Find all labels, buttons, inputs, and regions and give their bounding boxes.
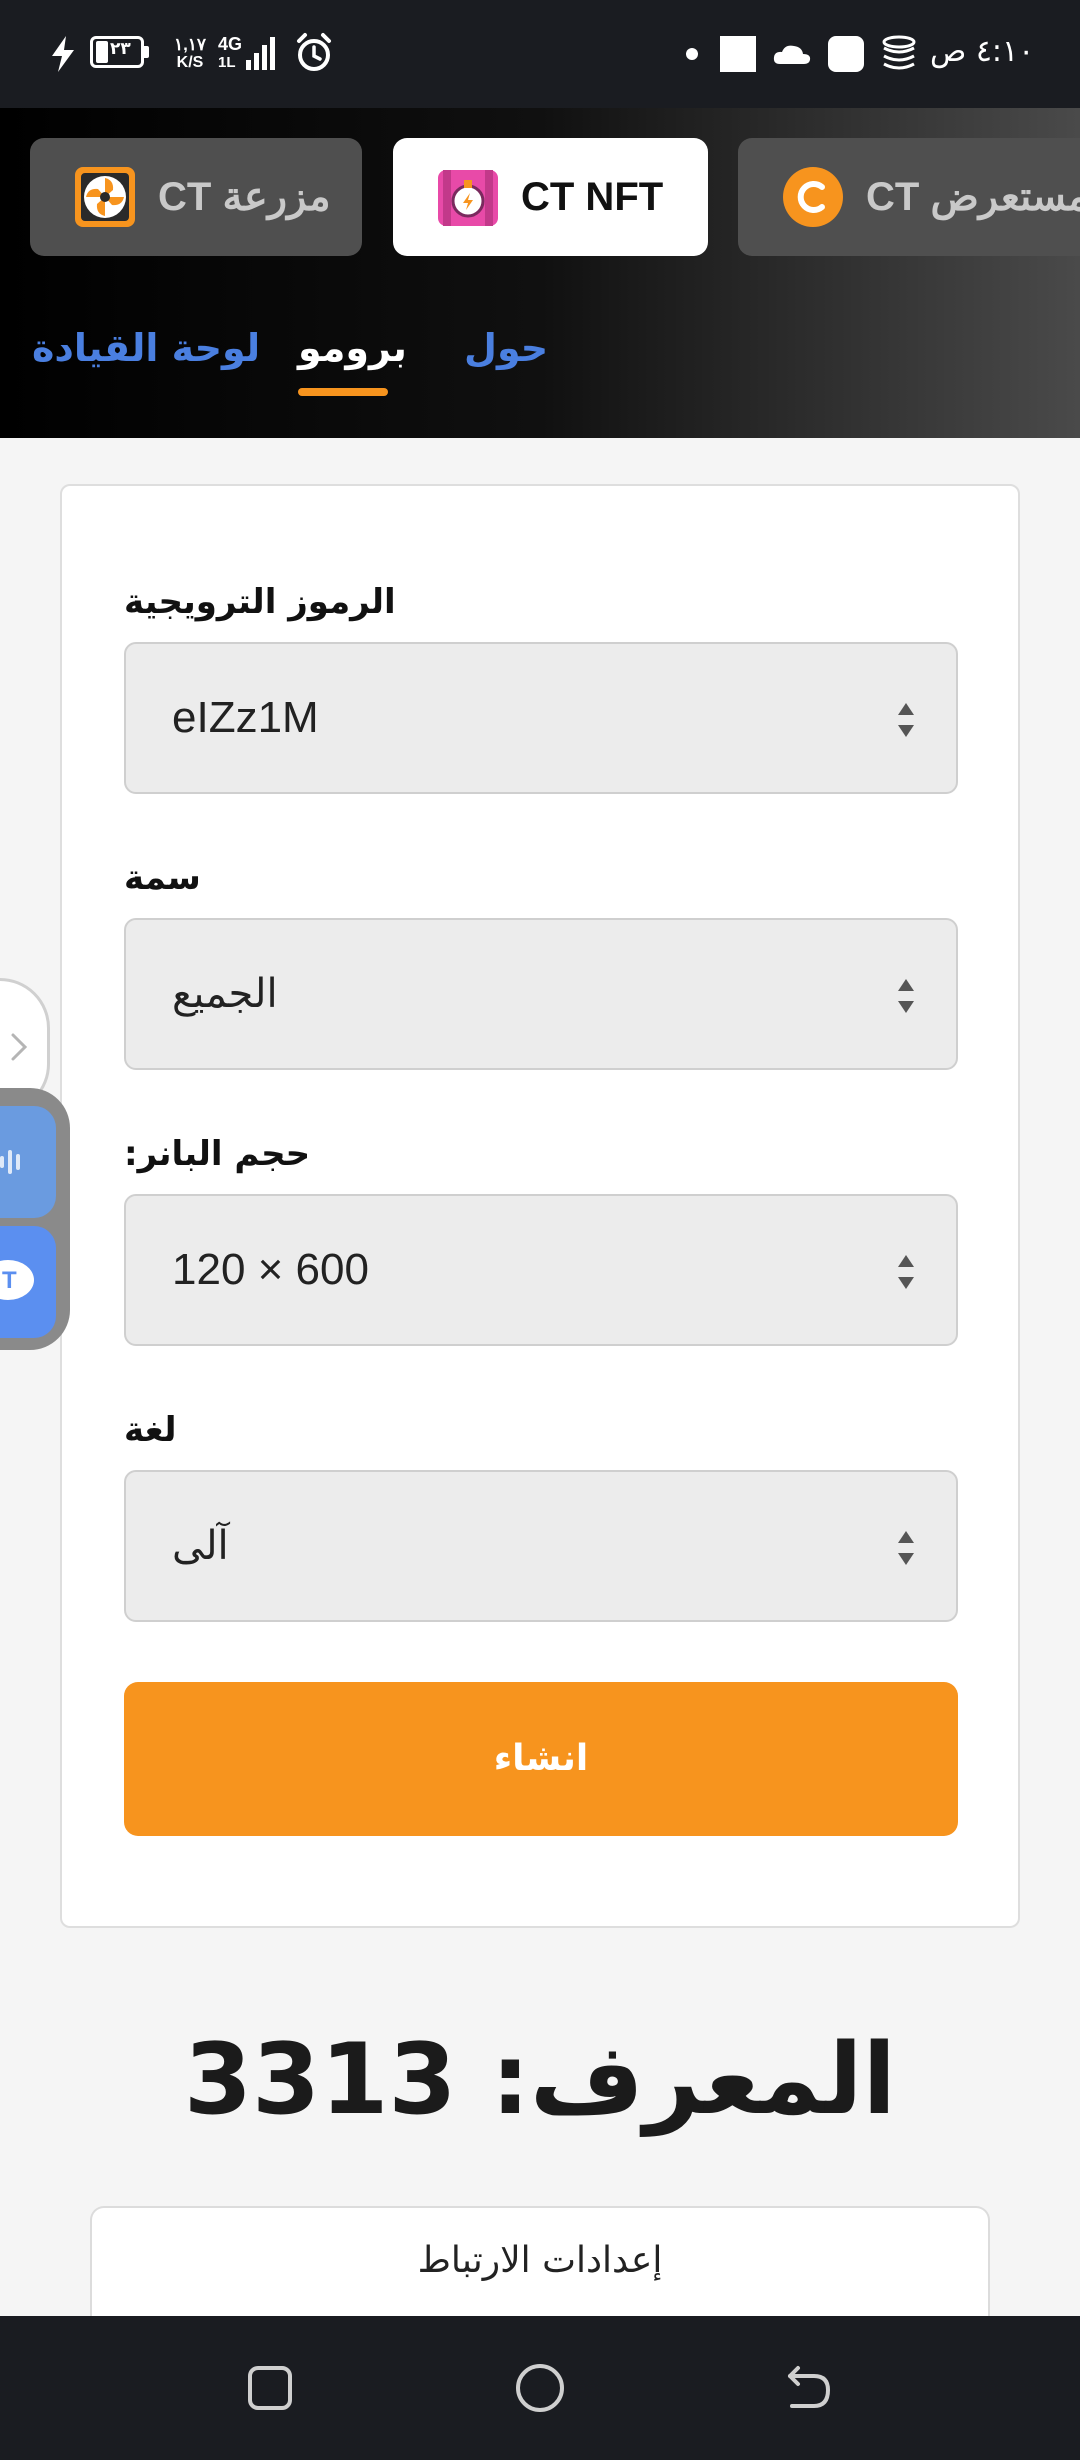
language-label: لغة [124, 1410, 177, 1450]
chevron-right-icon [11, 1033, 28, 1061]
ct-coin-icon [783, 167, 843, 227]
tab-label: CT مزرعة [158, 175, 331, 219]
promo-codes-label: الرموز الترويجية [124, 582, 396, 622]
app-notification-icon [828, 36, 864, 72]
speed-value: ١,١٧ [173, 35, 207, 54]
coins-icon [882, 35, 916, 70]
tab-ct-browser[interactable]: CT مستعرض [738, 138, 1080, 256]
signal-icon [246, 37, 275, 70]
tab-ct-nft[interactable]: CT NFT [393, 138, 708, 256]
svg-text:T: T [2, 1267, 17, 1294]
promo-form-card: الرموز الترويجية eIZz1M سمة الجميع حجم ا… [60, 484, 1020, 1928]
user-id-heading: المعرف: 3313 [183, 2023, 897, 2137]
generate-button[interactable]: انشاء [124, 1682, 958, 1836]
home-button[interactable] [508, 2356, 572, 2420]
charging-icon [52, 36, 74, 72]
tab-label: CT NFT [521, 174, 664, 219]
tab-ct-farm[interactable]: CT مزرعة [30, 138, 362, 256]
system-navigation-bar [0, 2316, 1080, 2460]
language-value: آلى [172, 1523, 229, 1569]
subnav-promo[interactable]: برومو [298, 318, 407, 378]
translate-icon[interactable]: T [0, 1226, 56, 1338]
select-arrows-icon [898, 1255, 914, 1289]
promo-codes-select[interactable]: eIZz1M [124, 642, 958, 794]
fan-icon [75, 167, 135, 227]
theme-value: الجميع [172, 971, 278, 1017]
select-arrows-icon [898, 703, 914, 737]
link-settings-label: إعدادات الارتباط [417, 2240, 663, 2281]
voice-assistant-icon[interactable] [0, 1106, 56, 1218]
battery-level: ٢٣ [110, 39, 131, 59]
network-speed: ١,١٧ K/S [170, 36, 210, 72]
tab-label: CT مستعرض [866, 175, 1080, 219]
cloud-icon [773, 45, 811, 64]
select-arrows-icon [898, 1531, 914, 1565]
select-arrows-icon [898, 979, 914, 1013]
notification-dot [686, 48, 698, 60]
theme-label: سمة [124, 858, 201, 898]
app-header: CT مزرعة CT NFT CT مستعرض لوحة القيادة ب… [0, 108, 1080, 438]
alarm-icon [297, 33, 331, 71]
translate-bubble-icon: T [0, 1260, 34, 1300]
active-tab-indicator [298, 388, 388, 396]
promo-codes-value: eIZz1M [172, 693, 319, 742]
banner-size-value: 120 × 600 [172, 1245, 369, 1294]
recent-apps-button[interactable] [238, 2356, 302, 2420]
floating-side-panel: T [0, 1088, 70, 1350]
banner-size-select[interactable]: 120 × 600 [124, 1194, 958, 1346]
battery-icon: ٢٣ [90, 36, 150, 68]
status-time: ٤:١٠ ص [930, 34, 1035, 69]
voice-wave-icon [0, 1150, 20, 1174]
language-select[interactable]: آلى [124, 1470, 958, 1622]
notification-square-icon [720, 36, 756, 72]
subnav-about[interactable]: حول [464, 318, 548, 378]
back-button[interactable] [778, 2356, 842, 2420]
theme-select[interactable]: الجميع [124, 918, 958, 1070]
banner-size-label: حجم البانر: [124, 1134, 311, 1174]
status-bar: ٢٣ ١,١٧ K/S 4G 1L ٤:١٠ ص [0, 0, 1080, 108]
nft-bomb-icon [438, 170, 498, 226]
link-settings-button[interactable]: إعدادات الارتباط [90, 2206, 990, 2326]
subnav-dashboard[interactable]: لوحة القيادة [32, 318, 260, 378]
speed-unit: K/S [176, 54, 204, 71]
